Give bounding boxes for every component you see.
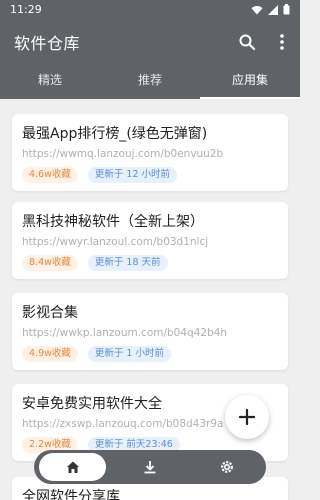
app-title: 软件仓库: [14, 34, 81, 53]
item-title: 影视合集: [22, 305, 78, 321]
item-url: https://wwyr.lanzoul.com/b03d1nlcj: [22, 236, 209, 248]
tab-recommended[interactable]: 推荐: [100, 65, 200, 99]
more-vert-icon: [280, 34, 284, 50]
nav-settings-button[interactable]: [188, 450, 265, 484]
favorites-badge: 4.6w收藏: [22, 167, 78, 183]
status-bar: 11:29: [0, 0, 300, 20]
item-title: 黑科技神秘软件（全新上架）: [22, 214, 204, 230]
download-icon: [144, 461, 155, 474]
tab-featured[interactable]: 精选: [0, 65, 100, 99]
item-badges: 8.4w收藏 更新于 18 天前: [22, 255, 168, 271]
wifi-icon: [251, 5, 263, 14]
app-screen: 11:29 软件仓库 精选 推荐 应用集 最强App排行榜_(绿色无弹窗) ht…: [0, 0, 300, 500]
item-url: https://wwkp.lanzoum.com/b04q42b4h: [22, 327, 228, 339]
app-bar: 11:29 软件仓库 精选 推荐 应用集: [0, 0, 300, 99]
item-title: 安卓免费实用软件大全: [22, 396, 162, 412]
nav-home-button[interactable]: [34, 450, 111, 484]
item-url: https://zxswp.lanzouq.com/b08d43r9a: [22, 418, 224, 430]
signal-icon: [268, 4, 278, 15]
favorites-badge: 8.4w收藏: [22, 255, 78, 271]
item-title: 全网软件分享库: [22, 489, 120, 500]
add-button[interactable]: [225, 395, 269, 439]
list-item[interactable]: 影视合集 https://wwkp.lanzoum.com/b04q42b4h …: [12, 293, 288, 370]
search-icon: [239, 34, 256, 51]
more-options-button[interactable]: [270, 30, 294, 54]
settings-icon: [220, 461, 233, 473]
updated-badge: 更新于 18 天前: [87, 255, 168, 271]
home-icon: [66, 461, 79, 473]
battery-icon: [283, 4, 290, 15]
item-url: https://wwmq.lanzouj.com/b0envuu2b: [22, 148, 224, 160]
toolbar: 软件仓库: [0, 24, 300, 60]
item-title: 最强App排行榜_(绿色无弹窗): [22, 126, 208, 142]
search-button[interactable]: [235, 30, 259, 54]
collection-list: 最强App排行榜_(绿色无弹窗) https://wwmq.lanzouj.co…: [0, 99, 300, 500]
nav-download-button[interactable]: [111, 450, 188, 484]
updated-badge: 更新于 12 小时前: [87, 167, 178, 183]
item-badges: 4.9w收藏 更新于 1 小时前: [22, 346, 171, 362]
status-icons: [251, 4, 290, 15]
favorites-badge: 4.9w收藏: [22, 346, 78, 362]
list-item[interactable]: 黑科技神秘软件（全新上架） https://wwyr.lanzoul.com/b…: [12, 202, 288, 279]
bottom-navigation: [34, 450, 266, 484]
status-time: 11:29: [10, 3, 42, 16]
tab-app-collections[interactable]: 应用集: [200, 65, 300, 99]
tab-bar: 精选 推荐 应用集: [0, 65, 300, 99]
plus-icon: [239, 409, 255, 425]
item-badges: 4.6w收藏 更新于 12 小时前: [22, 167, 178, 183]
updated-badge: 更新于 1 小时前: [87, 346, 171, 362]
list-item[interactable]: 最强App排行榜_(绿色无弹窗) https://wwmq.lanzouj.co…: [12, 114, 288, 191]
